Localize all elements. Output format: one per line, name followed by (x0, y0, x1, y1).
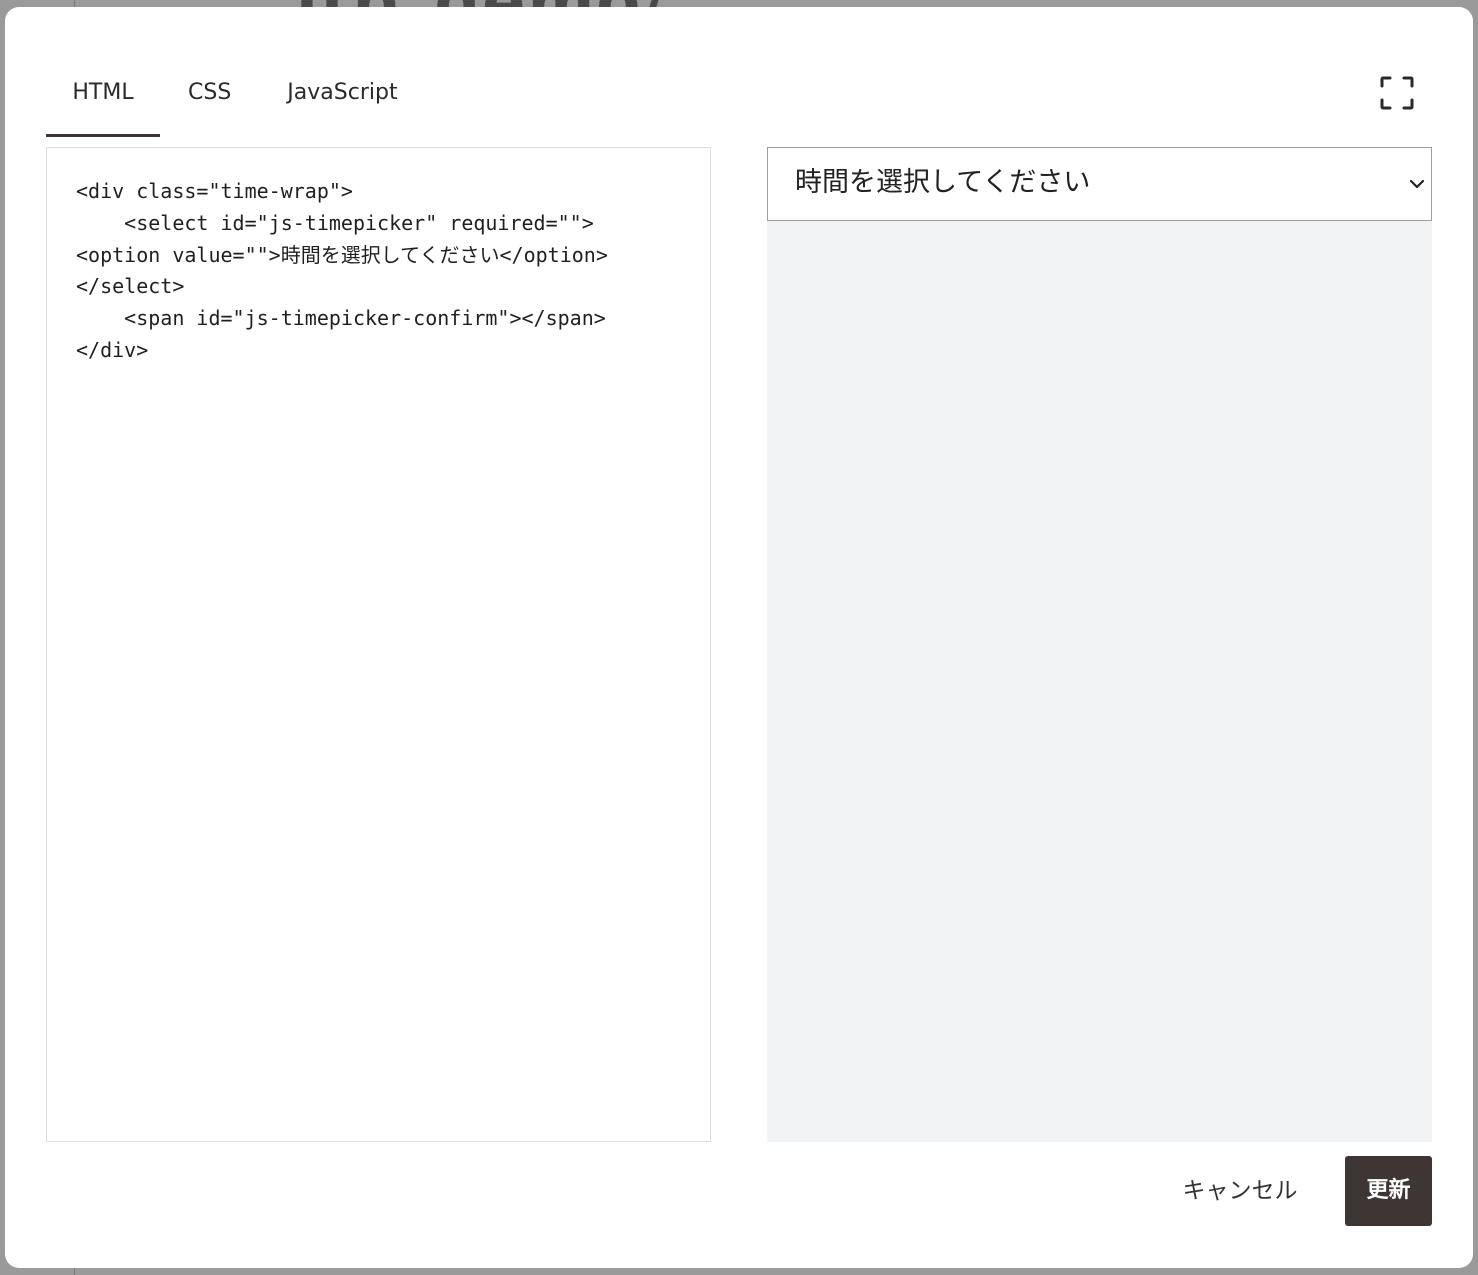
language-tabs: HTML CSS JavaScript (46, 62, 426, 139)
update-button[interactable]: 更新 (1345, 1156, 1432, 1226)
fullscreen-icon[interactable] (1379, 75, 1415, 111)
tab-html[interactable]: HTML (46, 62, 160, 137)
tab-javascript[interactable]: JavaScript (259, 62, 425, 137)
select-value: 時間を選択してください (795, 167, 1091, 198)
time-select[interactable]: 時間を選択してください (767, 147, 1432, 221)
cancel-button[interactable]: キャンセル (1165, 1157, 1315, 1225)
preview-pane: 時間を選択してください (767, 147, 1432, 1142)
tab-css[interactable]: CSS (160, 62, 259, 137)
chevron-down-icon (1407, 176, 1427, 190)
code-content[interactable]: <div class="time-wrap"> <select id="js-t… (47, 148, 710, 367)
code-editor-modal: HTML CSS JavaScript <div class="time-wra… (5, 7, 1473, 1268)
html-code-editor[interactable]: <div class="time-wrap"> <select id="js-t… (46, 147, 711, 1142)
